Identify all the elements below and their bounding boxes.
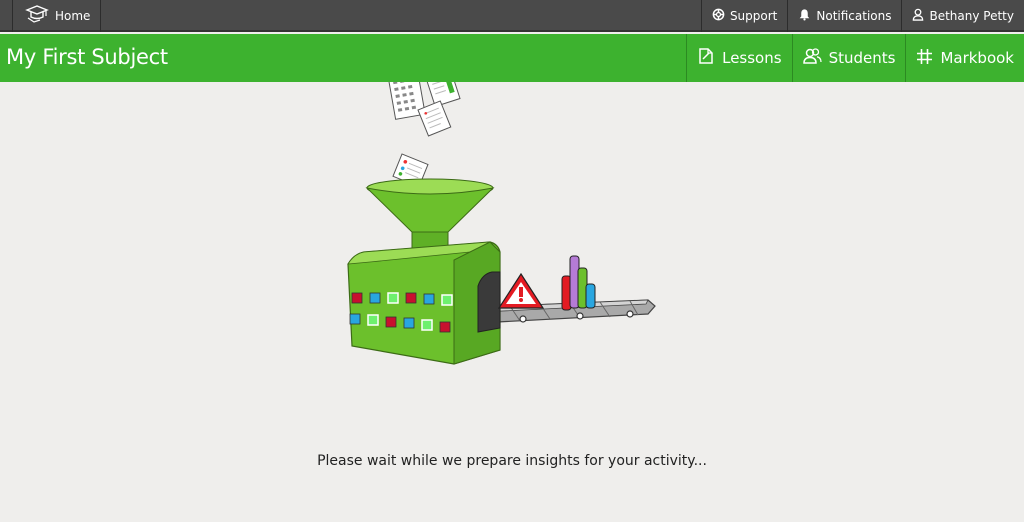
insights-processing-illustration — [330, 69, 670, 382]
notifications-label: Notifications — [816, 9, 892, 23]
home-link[interactable]: Home — [12, 0, 102, 32]
graduation-cap-icon — [25, 4, 49, 28]
user-icon — [912, 8, 929, 24]
grid-icon — [916, 48, 940, 69]
tab-markbook[interactable]: Markbook — [905, 34, 1024, 82]
page-title: My First Subject — [6, 45, 168, 69]
home-label: Home — [55, 9, 91, 23]
loading-message: Please wait while we prepare insights fo… — [317, 453, 707, 469]
tab-students-label: Students — [828, 49, 896, 67]
lifebuoy-icon — [712, 8, 730, 24]
bell-icon — [798, 8, 816, 24]
support-label: Support — [729, 9, 778, 23]
tab-lessons-label: Lessons — [722, 49, 782, 67]
subject-navigation: Lessons Students Markbook — [686, 34, 1024, 82]
support-link[interactable]: Support — [700, 0, 787, 32]
notifications-link[interactable]: Notifications — [787, 0, 901, 32]
top-navigation-bar: Home Support Notifications Bethany Petty — [0, 0, 1024, 32]
tab-lessons[interactable]: Lessons — [686, 34, 791, 82]
users-icon — [802, 47, 829, 69]
bar-chart-icon — [561, 255, 596, 311]
falling-papers — [387, 69, 461, 188]
document-edit-icon — [697, 47, 722, 69]
user-name: Bethany Petty — [929, 9, 1014, 23]
tab-markbook-label: Markbook — [940, 49, 1014, 67]
warning-sign-icon — [497, 272, 545, 309]
tab-students[interactable]: Students — [791, 34, 906, 82]
processing-machine — [347, 241, 501, 365]
funnel — [365, 178, 495, 253]
subject-header: My First Subject Lessons Students Markbo… — [0, 34, 1024, 82]
user-menu[interactable]: Bethany Petty — [901, 0, 1024, 32]
